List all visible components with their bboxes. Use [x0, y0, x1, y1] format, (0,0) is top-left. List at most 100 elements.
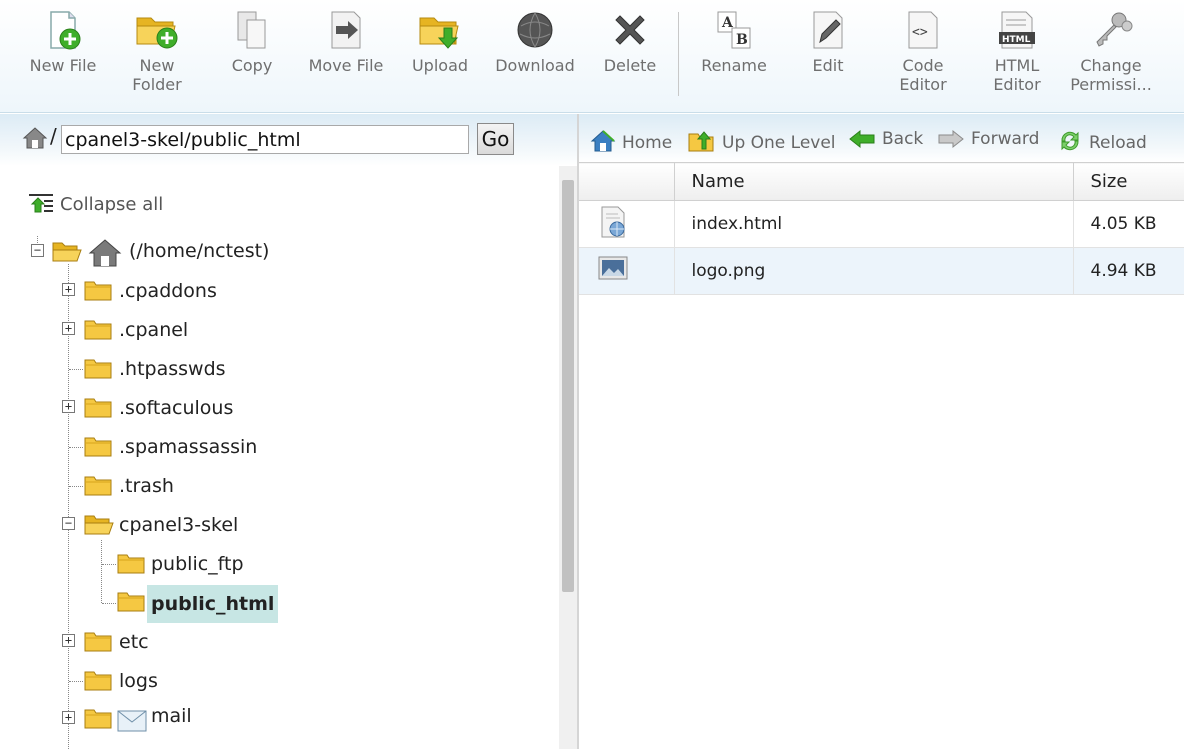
move-file-button[interactable]: Move File [299, 10, 393, 100]
file-name[interactable]: logo.png [674, 247, 1074, 295]
path-input[interactable] [61, 125, 469, 154]
rename-icon: A B [717, 11, 751, 49]
copy-icon [237, 11, 266, 49]
home-button[interactable]: Home [590, 129, 672, 153]
toolbar: New File New Folder Copy Move File Uploa… [0, 0, 1184, 113]
edit-icon [813, 11, 843, 49]
home-icon[interactable] [22, 126, 48, 150]
new-folder-label: New Folder [132, 56, 182, 94]
home-icon [590, 130, 616, 152]
folder-icon [84, 320, 112, 340]
upload-label: Upload [411, 56, 469, 75]
forward-button[interactable]: Forward [937, 129, 1039, 149]
up-folder-icon [688, 131, 714, 152]
size-column-header[interactable]: Size [1073, 162, 1184, 201]
tree-label[interactable]: .trash [119, 475, 174, 497]
tree-scrollbar-thumb[interactable] [562, 180, 574, 592]
folder-open-icon [84, 515, 114, 535]
new-file-button[interactable]: New File [16, 10, 110, 100]
tree-label[interactable]: .softaculous [119, 397, 233, 419]
tree-connector [68, 264, 69, 749]
download-icon [517, 12, 553, 48]
edit-button[interactable]: Edit [781, 10, 875, 100]
permissions-icon [1096, 12, 1133, 47]
delete-label: Delete [603, 56, 657, 75]
delete-button[interactable]: Delete [583, 10, 677, 100]
tree-label[interactable]: .cpaddons [119, 280, 217, 302]
tree-label[interactable]: etc [119, 631, 149, 653]
toolbar-separator [678, 12, 679, 96]
collapse-arrow-icon [29, 194, 53, 213]
name-column-header[interactable]: Name [674, 162, 1074, 201]
icon-column-header[interactable] [579, 162, 675, 201]
file-size: 4.94 KB [1073, 247, 1184, 295]
expand-toggle[interactable]: + [62, 283, 75, 296]
tree-root-label[interactable]: (/home/nctest) [129, 240, 269, 262]
folder-icon [117, 554, 145, 574]
new-file-icon [50, 11, 81, 50]
edit-label: Edit [812, 56, 844, 75]
folder-open-icon [52, 242, 82, 262]
folder-icon [84, 359, 112, 379]
reload-button[interactable]: Reload [1057, 129, 1147, 153]
home-folder-icon [88, 239, 122, 267]
svg-text:<>: <> [912, 25, 928, 40]
table-header-row: Name Size [579, 162, 1184, 201]
download-label: Download [495, 56, 575, 75]
code-editor-button[interactable]: <> Code Editor [876, 10, 970, 100]
expand-toggle[interactable]: + [62, 322, 75, 335]
tree-connector [102, 603, 116, 604]
code-editor-icon: <> [908, 11, 938, 49]
html-editor-button[interactable]: HTML HTML Editor [970, 10, 1064, 100]
tree-label[interactable]: .htpasswds [119, 358, 226, 380]
collapse-toggle[interactable]: − [62, 517, 75, 530]
folder-icon [84, 476, 112, 496]
tree-label[interactable]: cpanel3-skel [119, 514, 238, 536]
upload-button[interactable]: Upload [393, 10, 487, 100]
file-size: 4.05 KB [1073, 200, 1184, 248]
html-editor-icon: HTML [999, 11, 1035, 49]
table-row[interactable]: logo.png 4.94 KB [579, 247, 1184, 295]
folder-icon [117, 592, 145, 612]
table-row[interactable]: index.html 4.05 KB [579, 200, 1184, 248]
upload-icon [419, 17, 459, 49]
rename-button[interactable]: A B Rename [687, 10, 781, 100]
folder-icon [84, 671, 112, 691]
folder-icon [84, 281, 112, 301]
up-one-level-button[interactable]: Up One Level [688, 129, 836, 153]
collapse-all-button[interactable]: Collapse all [28, 193, 163, 215]
tree-label[interactable]: .spamassassin [119, 436, 257, 458]
new-folder-button[interactable]: New Folder [110, 10, 204, 100]
tree-toggle-root[interactable]: − [31, 244, 44, 257]
home-label: Home [622, 133, 673, 153]
file-name[interactable]: index.html [674, 200, 1074, 248]
back-label: Back [882, 129, 924, 149]
copy-button[interactable]: Copy [205, 10, 299, 100]
back-button[interactable]: Back [848, 129, 923, 149]
tree-label[interactable]: mail [151, 705, 192, 727]
tree-label[interactable]: .cpanel [119, 319, 188, 341]
go-button[interactable]: Go [477, 123, 514, 155]
tree-label[interactable]: public_ftp [151, 553, 244, 575]
image-file-icon [598, 256, 628, 279]
file-icon-cell [579, 247, 675, 295]
tree-connector [69, 486, 83, 487]
tree-connector [69, 447, 83, 448]
delete-icon [615, 15, 645, 45]
change-permissions-button[interactable]: Change Permissi... [1064, 10, 1158, 100]
mail-envelope-icon [117, 710, 147, 732]
expand-toggle[interactable]: + [62, 634, 75, 647]
svg-text:HTML: HTML [1002, 35, 1031, 45]
expand-toggle[interactable]: + [62, 400, 75, 413]
folder-icon [84, 709, 112, 729]
expand-toggle[interactable]: + [62, 711, 75, 724]
tree-label-selected[interactable]: public_html [147, 585, 279, 623]
tree-connector [102, 564, 116, 565]
up-one-level-label: Up One Level [722, 133, 836, 153]
html-file-icon [601, 206, 625, 237]
folder-icon [84, 437, 112, 457]
tree-label[interactable]: logs [119, 670, 158, 692]
file-icon-cell [579, 200, 675, 248]
code-editor-label: Code Editor [899, 56, 947, 94]
download-button[interactable]: Download [488, 10, 582, 100]
